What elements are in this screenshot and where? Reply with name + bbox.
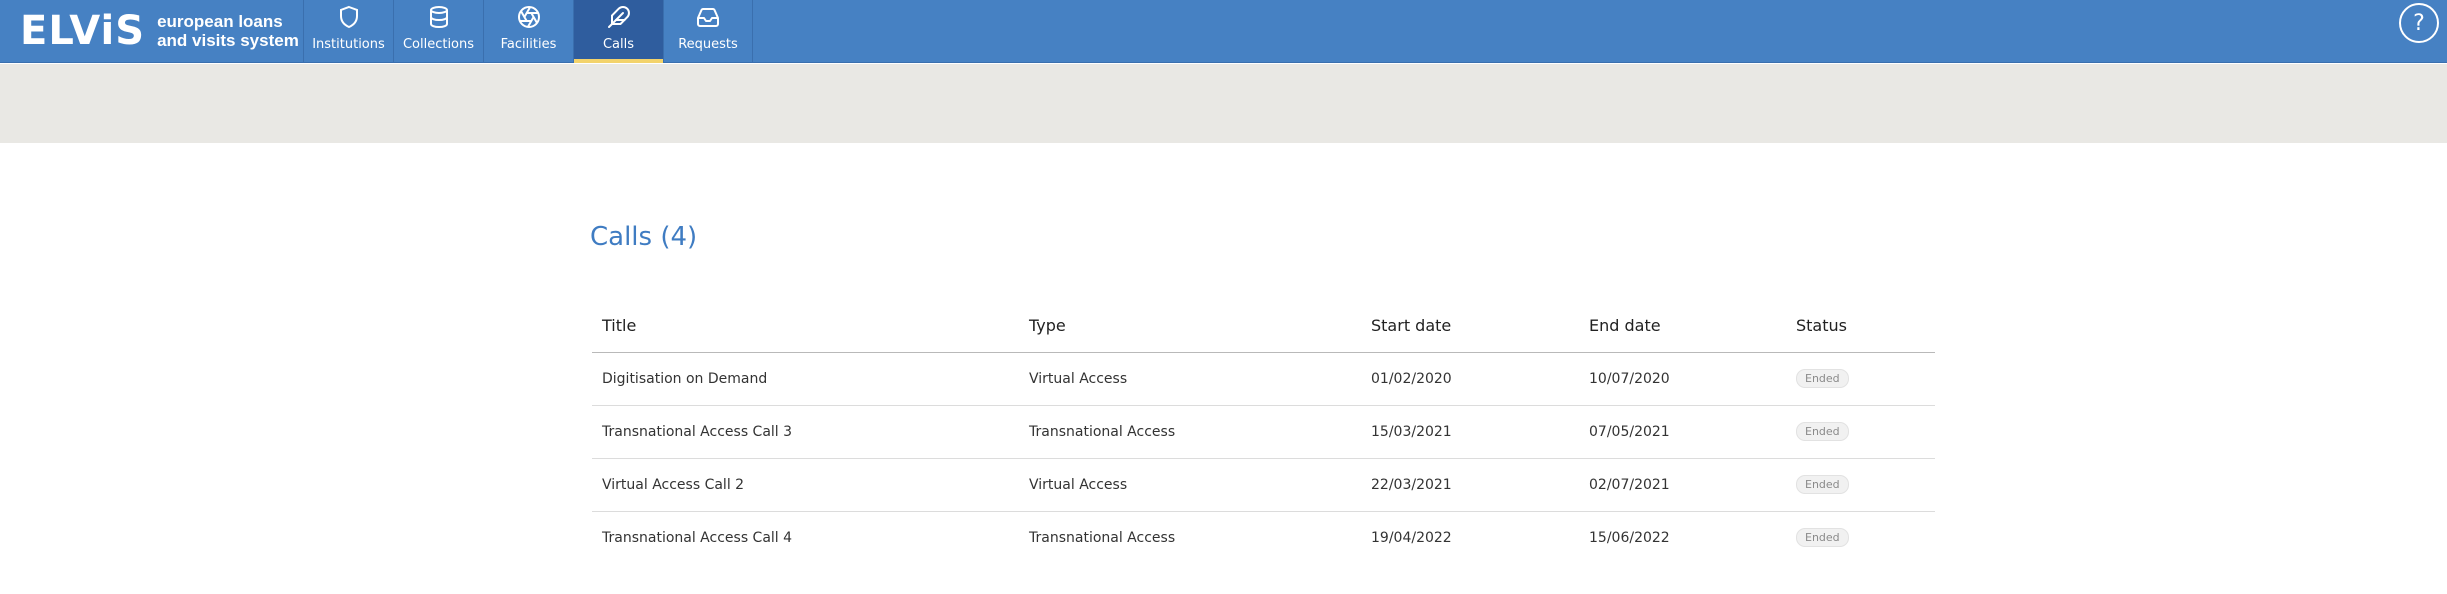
start-date-cell: 19/04/2022 [1371,529,1452,546]
status-cell: Ended [1786,458,1935,512]
nav-item-collections[interactable]: Collections [393,0,483,63]
table-row[interactable]: Digitisation on Demand Virtual Access 01… [592,352,1935,406]
status-cell: Ended [1786,511,1935,564]
start-date-cell: 01/02/2020 [1361,352,1579,406]
status-cell: Ended [1786,352,1935,406]
status-badge: Ended [1796,422,1849,441]
page-header-band [0,64,2447,143]
top-navigation-bar: ELViS european loans and visits system I… [0,0,2447,63]
elvis-logo[interactable]: ELViS european loans and visits system [20,6,299,56]
call-title-cell[interactable]: Virtual Access Call 2 [592,458,1019,512]
call-title-cell[interactable]: Digitisation on Demand [592,352,1019,406]
nav-label-institutions: Institutions [312,37,385,52]
nav-label-requests: Requests [678,37,738,52]
nav-label-facilities: Facilities [500,37,557,52]
table-row[interactable]: Transnational Access Call 4 Transnationa… [592,511,1935,564]
nav-item-calls[interactable]: Calls [573,0,663,63]
nav-label-collections: Collections [402,37,475,52]
column-header-start-date[interactable]: Start date [1361,300,1579,353]
inbox-icon [695,4,721,30]
page-title: Calls (4) [590,222,698,252]
call-type-cell: Transnational Access [1019,405,1361,459]
end-date-cell: 15/06/2022 [1589,529,1670,546]
column-header-type[interactable]: Type [1019,300,1361,353]
column-header-end-date[interactable]: End date [1579,300,1786,353]
call-title-cell[interactable]: Transnational Access Call 4 [592,511,1019,564]
logo-tagline: european loans and visits system [157,12,299,50]
nav-label-calls: Calls [602,37,635,52]
call-type-cell: Virtual Access [1019,458,1361,512]
logo-wordmark: ELViS [20,8,146,54]
status-badge: Ended [1796,528,1849,548]
aperture-icon [516,4,542,30]
logo-tagline-line-1: european loans [157,12,283,31]
status-badge: Ended [1796,475,1849,494]
start-date-cell: 15/03/2021 [1361,405,1579,459]
status-cell: Ended [1786,405,1935,459]
main-nav: Institutions Collections Facilities Call… [303,0,753,63]
table-row[interactable]: Virtual Access Call 2 Virtual Access 22/… [592,458,1935,512]
end-date-cell: 02/07/2021 [1579,458,1786,512]
logo-tagline-line-2: and visits system [157,31,299,50]
start-date-cell: 22/03/2021 [1361,458,1579,512]
table-row[interactable]: Transnational Access Call 3 Transnationa… [592,405,1935,459]
database-icon [426,4,452,30]
column-header-title[interactable]: Title [592,300,1019,353]
table-header-row: Title Type Start date End date Status [592,300,1935,353]
status-badge: Ended [1796,369,1849,388]
end-date-cell: 10/07/2020 [1579,352,1786,406]
help-button[interactable]: ? [2399,3,2439,43]
shield-icon [336,4,362,30]
call-type-cell: Transnational Access [1029,529,1176,546]
nav-item-requests[interactable]: Requests [663,0,753,63]
column-header-status[interactable]: Status [1786,300,1935,353]
feather-icon [606,4,632,30]
nav-item-institutions[interactable]: Institutions [303,0,393,63]
nav-item-facilities[interactable]: Facilities [483,0,573,63]
call-type-cell: Virtual Access [1019,352,1361,406]
end-date-cell: 07/05/2021 [1579,405,1786,459]
calls-content: Calls (4) Title Type Start date End date… [590,222,1935,548]
calls-table: Title Type Start date End date Status Di… [592,300,1935,564]
call-title-cell[interactable]: Transnational Access Call 3 [592,405,1019,459]
